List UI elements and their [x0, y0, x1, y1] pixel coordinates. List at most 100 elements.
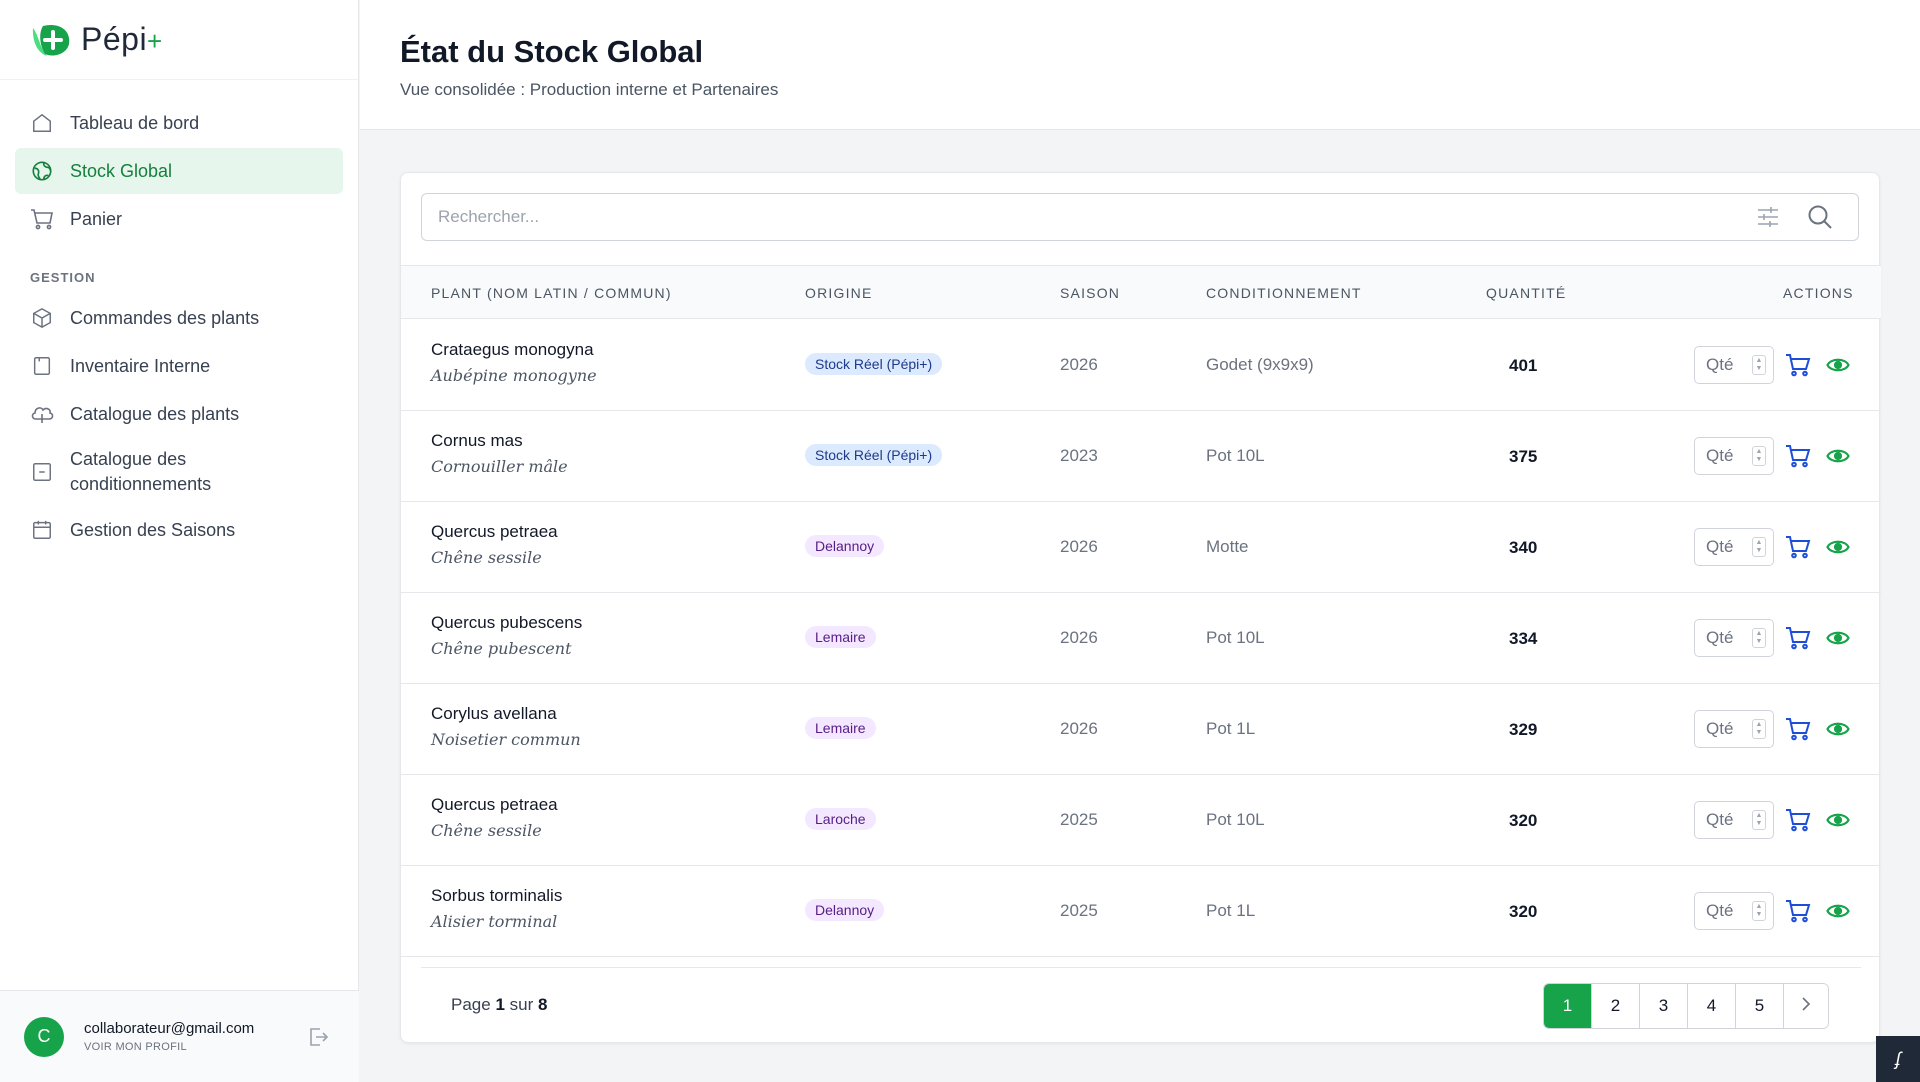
view-eye-icon[interactable]	[1825, 807, 1851, 833]
next-page-button[interactable]	[1784, 984, 1828, 1028]
quantity-placeholder: Qté	[1706, 719, 1734, 738]
season-cell: 2023	[1060, 446, 1098, 465]
leaf-logo-icon	[29, 20, 73, 60]
spinner-icon[interactable]: ▲ ▼	[1752, 719, 1766, 739]
packaging-cell: Motte	[1206, 537, 1249, 556]
spinner-icon[interactable]: ▲ ▼	[1752, 810, 1766, 830]
sidebar-item-inventaire[interactable]: Inventaire Interne	[15, 343, 343, 389]
packaging-cell: Godet (9x9x9)	[1206, 355, 1314, 374]
add-to-cart-icon[interactable]	[1785, 807, 1811, 833]
origin-badge: Laroche	[805, 808, 876, 830]
sidebar-item-label: Panier	[70, 208, 123, 229]
page-button-2[interactable]: 2	[1592, 984, 1640, 1028]
view-eye-icon[interactable]	[1825, 352, 1851, 378]
origin-badge: Stock Réel (Pépi+)	[805, 353, 943, 375]
quantity-stepper[interactable]: Qté ▲ ▼	[1694, 710, 1774, 748]
logo[interactable]: Pépi+	[0, 0, 358, 80]
home-icon	[30, 111, 54, 135]
plant-latin-name: Crataegus monogyna	[431, 340, 594, 359]
user-info[interactable]: collaborateur@gmail.com VOIR MON PROFIL	[84, 1020, 254, 1053]
quantity-placeholder: Qté	[1706, 537, 1734, 556]
sidebar-item-label: Gestion des Saisons	[70, 519, 236, 540]
quantity-stepper[interactable]: Qté ▲ ▼	[1694, 437, 1774, 475]
view-eye-icon[interactable]	[1825, 534, 1851, 560]
column-header-quantite[interactable]: QUANTITÉ	[1486, 266, 1566, 320]
add-to-cart-icon[interactable]	[1785, 898, 1811, 924]
plant-latin-name: Sorbus torminalis	[431, 886, 563, 905]
sidebar-item-commandes[interactable]: Commandes des plants	[15, 295, 343, 341]
quantity-placeholder: Qté	[1706, 355, 1734, 374]
user-email: collaborateur@gmail.com	[84, 1020, 255, 1037]
plant-cell: Crataegus monogyna Aubépine monogyne	[431, 340, 597, 385]
avatar[interactable]: C	[24, 1016, 64, 1057]
archive-icon	[30, 460, 54, 484]
chevron-right-icon	[1800, 996, 1812, 1017]
sidebar-item-panier[interactable]: Panier	[15, 196, 343, 242]
spinner-icon[interactable]: ▲ ▼	[1752, 355, 1766, 375]
page-button-1[interactable]: 1	[1544, 984, 1592, 1028]
sidebar-item-dashboard[interactable]: Tableau de bord	[15, 100, 343, 146]
quantity-stepper[interactable]: Qté ▲ ▼	[1694, 801, 1774, 839]
page-info: Page 1 sur 8	[451, 995, 548, 1014]
plant-latin-name: Quercus pubescens	[431, 613, 583, 632]
spinner-icon[interactable]: ▲ ▼	[1752, 628, 1766, 648]
table-row: Sorbus torminalis Alisier torminal Delan…	[401, 866, 1881, 957]
page-button-5[interactable]: 5	[1736, 984, 1784, 1028]
plant-latin-name: Quercus petraea	[431, 522, 558, 541]
spinner-icon[interactable]: ▲ ▼	[1752, 901, 1766, 921]
column-header-saison[interactable]: SAISON	[1060, 266, 1120, 320]
origin-badge: Delannoy	[805, 899, 885, 921]
search-bar	[421, 193, 1859, 241]
column-header-conditionnement[interactable]: CONDITIONNEMENT	[1206, 266, 1362, 320]
table-row: Crataegus monogyna Aubépine monogyne Sto…	[401, 320, 1881, 411]
column-header-plant[interactable]: PLANT (NOM LATIN / COMMUN)	[431, 266, 672, 320]
plant-latin-name: Cornus mas	[431, 431, 523, 450]
calendar-icon	[30, 518, 54, 542]
quantity-cell: 401	[1509, 356, 1538, 375]
quantity-stepper[interactable]: Qté ▲ ▼	[1694, 528, 1774, 566]
view-eye-icon[interactable]	[1825, 716, 1851, 742]
origin-cell: Laroche	[805, 808, 876, 830]
add-to-cart-icon[interactable]	[1785, 443, 1811, 469]
view-profile-link[interactable]: VOIR MON PROFIL	[84, 1041, 254, 1053]
logout-icon[interactable]	[306, 1025, 330, 1049]
table-row: Quercus petraea Chêne sessile Delannoy 2…	[401, 502, 1881, 593]
view-eye-icon[interactable]	[1825, 898, 1851, 924]
cloud-icon	[30, 402, 54, 426]
table-row: Quercus petraea Chêne sessile Laroche 20…	[401, 775, 1881, 866]
symfony-toolbar-icon[interactable]: ʄ	[1876, 1036, 1920, 1082]
sidebar-item-label: Inventaire Interne	[70, 355, 211, 376]
filter-icon[interactable]	[1754, 203, 1782, 231]
pagination: 1 2 3 4 5	[1543, 983, 1829, 1029]
sidebar-item-stock-global[interactable]: Stock Global	[15, 148, 343, 194]
column-header-origine[interactable]: ORIGINE	[805, 266, 873, 320]
plant-latin-name: Corylus avellana	[431, 704, 557, 723]
view-eye-icon[interactable]	[1825, 443, 1851, 469]
sidebar-item-saisons[interactable]: Gestion des Saisons	[15, 507, 343, 553]
sidebar-item-label: Stock Global	[70, 160, 173, 181]
page-button-3[interactable]: 3	[1640, 984, 1688, 1028]
add-to-cart-icon[interactable]	[1785, 352, 1811, 378]
add-to-cart-icon[interactable]	[1785, 716, 1811, 742]
origin-cell: Stock Réel (Pépi+)	[805, 353, 943, 375]
sidebar-item-catalogue-plants[interactable]: Catalogue des plants	[15, 391, 343, 437]
search-input[interactable]	[422, 207, 1754, 227]
page-button-4[interactable]: 4	[1688, 984, 1736, 1028]
search-icon[interactable]	[1806, 203, 1834, 231]
spinner-icon[interactable]: ▲ ▼	[1752, 446, 1766, 466]
origin-badge: Lemaire	[805, 717, 876, 739]
add-to-cart-icon[interactable]	[1785, 625, 1811, 651]
sidebar-item-label: Catalogue des conditionnements	[70, 449, 212, 494]
sidebar-item-label: Tableau de bord	[70, 112, 200, 133]
sidebar: Pépi+ Tableau de bord Stock Global Panie…	[0, 0, 359, 1082]
spinner-icon[interactable]: ▲ ▼	[1752, 537, 1766, 557]
quantity-stepper[interactable]: Qté ▲ ▼	[1694, 619, 1774, 657]
quantity-stepper[interactable]: Qté ▲ ▼	[1694, 346, 1774, 384]
nav-section-gestion: GESTION	[30, 270, 96, 285]
sidebar-item-catalogue-conditionnements[interactable]: Catalogue des conditionnements	[15, 439, 343, 505]
quantity-stepper[interactable]: Qté ▲ ▼	[1694, 892, 1774, 930]
add-to-cart-icon[interactable]	[1785, 534, 1811, 560]
season-cell: 2025	[1060, 901, 1098, 920]
quantity-cell: 375	[1509, 447, 1538, 466]
view-eye-icon[interactable]	[1825, 625, 1851, 651]
